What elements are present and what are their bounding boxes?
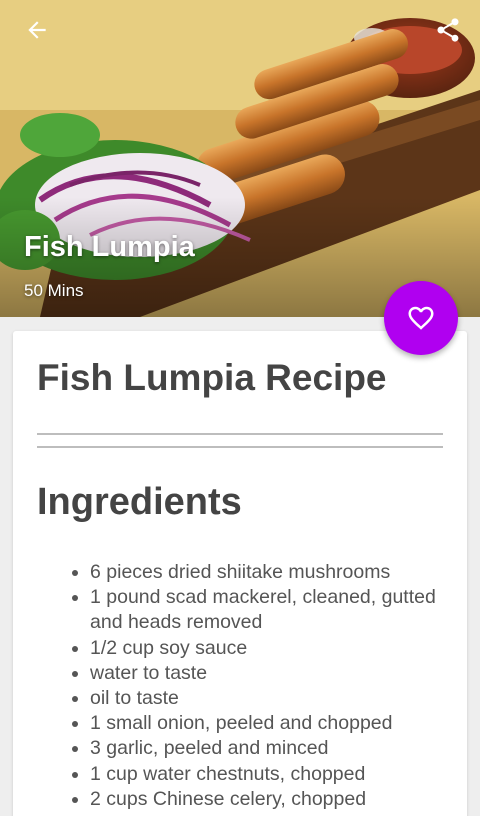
recipe-card: Fish Lumpia Recipe Ingredients 6 pieces … (13, 331, 467, 816)
ingredient-item: 1/2 cup soy sauce (90, 636, 440, 661)
ingredient-item: 1 small onion, peeled and chopped (90, 711, 440, 736)
recipe-title: Fish Lumpia Recipe (37, 357, 387, 398)
cook-time: 50 Mins (24, 281, 84, 300)
ingredient-item: oil to taste (90, 686, 440, 711)
arrow-left-icon (28, 21, 46, 39)
share-button[interactable] (426, 8, 470, 52)
favorite-button[interactable] (384, 281, 458, 355)
back-button[interactable] (15, 8, 59, 52)
heart-icon (408, 306, 434, 330)
share-icon (437, 18, 459, 42)
ingredient-item: 3 garlic, peeled and minced (90, 736, 440, 761)
ingredient-item: 1 pound scad mackerel, cleaned, gutted a… (90, 585, 440, 635)
recipe-detail-screen: Fish Lumpia 50 Mins Fish Lumpia Recipe I… (0, 0, 480, 816)
ingredient-item: water to taste (90, 661, 440, 686)
hero-image: Fish Lumpia 50 Mins (0, 0, 480, 317)
ingredient-item: 2 cups Chinese celery, chopped (90, 787, 440, 812)
top-app-bar (0, 0, 480, 62)
divider (37, 446, 443, 448)
ingredient-item: 1 cup water chestnuts, chopped (90, 762, 440, 787)
ingredients-heading: Ingredients (37, 481, 242, 523)
ingredient-list: 6 pieces dried shiitake mushrooms 1 poun… (90, 560, 440, 812)
hero-title: Fish Lumpia (24, 231, 195, 263)
ingredient-item: 6 pieces dried shiitake mushrooms (90, 560, 440, 585)
divider (37, 433, 443, 435)
